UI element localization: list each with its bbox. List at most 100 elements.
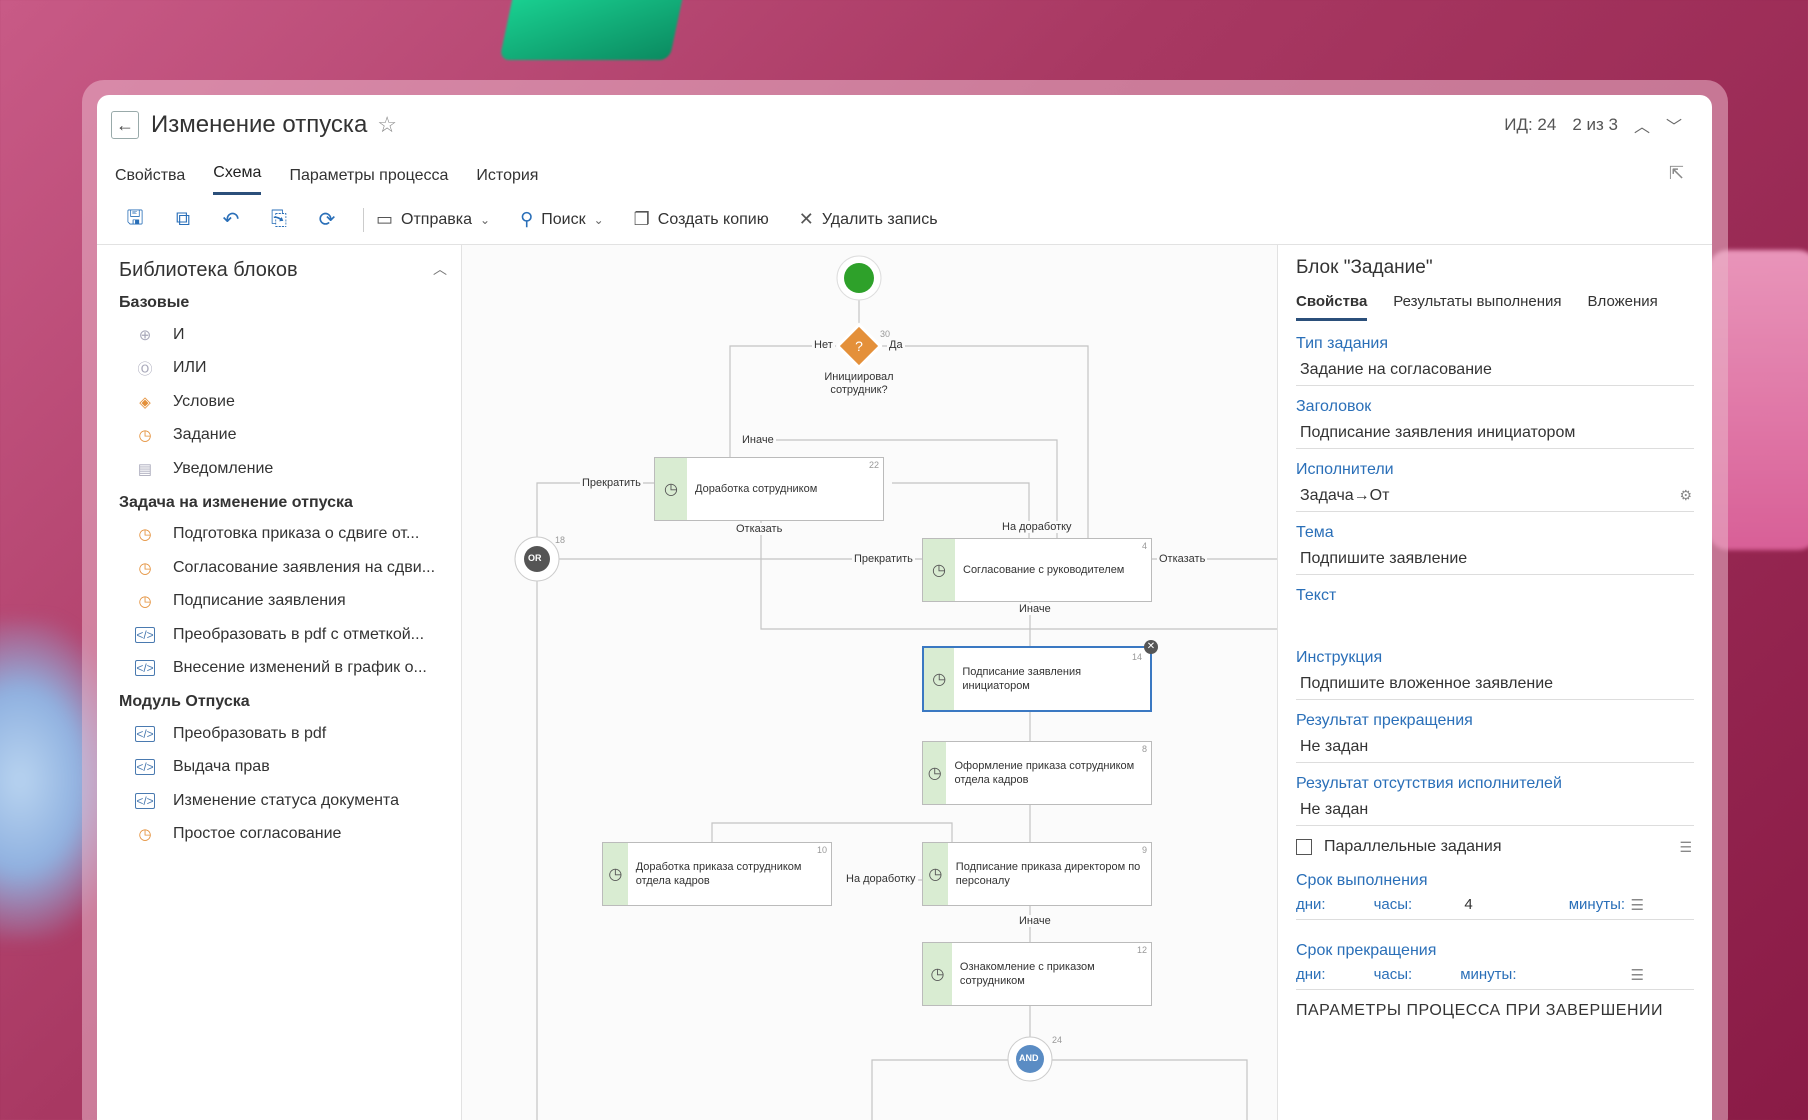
edge-label: Прекратить (852, 553, 915, 565)
tab-history[interactable]: История (476, 167, 538, 195)
clock-icon: ◷ (138, 826, 152, 844)
chevron-up-icon[interactable]: ︿ (1634, 113, 1650, 137)
chevron-up-icon[interactable]: ︿ (433, 259, 447, 282)
library-item[interactable]: ◷ Подписание заявления (119, 585, 461, 619)
refresh-icon[interactable]: ⟳ (303, 207, 351, 232)
task-node[interactable]: ◷ Доработка сотрудником 22 (654, 457, 884, 521)
code-icon: </> (135, 725, 155, 742)
undo-icon[interactable]: ↶ (207, 207, 255, 232)
field-label: Тип задания (1296, 335, 1389, 352)
delete-record-button[interactable]: ✕ Удалить запись (799, 209, 938, 230)
task-node[interactable]: ◷ Ознакомление с приказом сотрудником 12 (922, 942, 1152, 1006)
library-item[interactable]: ◈ Условие (119, 385, 461, 419)
days-label: дни: (1296, 896, 1326, 913)
tab-properties[interactable]: Свойства (115, 167, 185, 195)
edge-label: Иначе (1017, 603, 1053, 615)
clock-icon: ◷ (138, 526, 152, 544)
field-label: Исполнители (1296, 461, 1394, 478)
heading-input[interactable]: Подписание заявления инициатором (1296, 422, 1694, 449)
edge-label: Иначе (740, 434, 776, 446)
library-item[interactable]: </> Преобразовать в pdf с отметкой... (119, 618, 461, 652)
absence-result-input[interactable]: Не задан (1296, 799, 1694, 826)
copy-doc-icon[interactable]: ⎘ (255, 208, 303, 231)
instruction-input[interactable]: Подпишите вложенное заявление (1296, 673, 1694, 700)
library-item[interactable]: ⊕ И (119, 318, 461, 352)
clock-icon: ◷ (923, 539, 955, 601)
settings-icon[interactable]: ⚙ (1679, 487, 1692, 504)
settings-icon[interactable]: ☰ (1679, 839, 1692, 856)
header: ← Изменение отпуска ☆ ИД: 24 2 из 3 ︿ ﹀ (97, 95, 1712, 155)
task-node-selected[interactable]: ◷ Подписание заявления инициатором 14 ✕ (922, 640, 1158, 712)
star-icon[interactable]: ☆ (377, 112, 397, 138)
field-executors: Исполнители Задача→От ⚙ (1296, 461, 1694, 512)
library-item[interactable]: </> Внесение изменений в график о... (119, 652, 461, 686)
library-item[interactable]: ▤ Уведомление (119, 452, 461, 486)
executors-value: Задача→От (1300, 487, 1390, 504)
library-item[interactable]: ◷ Простое согласование (119, 818, 461, 852)
field-absence-result: Результат отсутствия исполнителей Не зад… (1296, 775, 1694, 826)
stop-deadline-input[interactable]: дни: часы: минуты: ☰ (1296, 966, 1694, 990)
library-item[interactable]: </> Изменение статуса документа (119, 784, 461, 818)
task-node[interactable]: ◷ Согласование с руководителем 4 (922, 538, 1152, 602)
record-id: ИД: 24 (1504, 115, 1557, 134)
chevron-down-icon[interactable]: ﹀ (1666, 113, 1682, 137)
library-item[interactable]: </> Выдача прав (119, 751, 461, 785)
executors-input[interactable]: Задача→От ⚙ (1296, 485, 1694, 512)
node-text: Оформление приказа сотрудником отдела ка… (954, 760, 1135, 786)
subject-input[interactable]: Подпишите заявление (1296, 548, 1694, 575)
tab-bar: Свойства Схема Параметры процесса Истори… (97, 155, 1712, 195)
close-icon: ✕ (798, 209, 814, 229)
library-item-label: И (173, 325, 185, 343)
props-tab-results[interactable]: Результаты выполнения (1393, 293, 1561, 321)
library-item[interactable]: ◷ Подготовка приказа о сдвиге от... (119, 518, 461, 552)
tab-process-params[interactable]: Параметры процесса (289, 167, 448, 195)
text-input[interactable] (1296, 611, 1694, 637)
field-label: Текст (1296, 587, 1337, 604)
tab-schema[interactable]: Схема (213, 164, 262, 195)
library-item-label: Простое согласование (173, 825, 342, 843)
save-close-icon[interactable]: ⧉ (159, 208, 207, 231)
node-text: Подписание заявления инициатором (962, 666, 1082, 692)
svg-text:?: ? (855, 338, 863, 354)
and-icon: ⊕ (138, 326, 152, 344)
settings-icon[interactable]: ☰ (1631, 896, 1644, 914)
create-copy-button[interactable]: ❐ Создать копию (634, 209, 769, 230)
edge-label: На доработку (844, 873, 918, 885)
props-tab-properties[interactable]: Свойства (1296, 293, 1368, 321)
stop-result-input[interactable]: Не задан (1296, 736, 1694, 763)
search-label: Поиск (541, 210, 586, 228)
edge-label: Отказать (734, 523, 785, 535)
settings-icon[interactable]: ☰ (1631, 966, 1644, 984)
parallel-tasks-checkbox[interactable] (1296, 839, 1312, 855)
save-icon[interactable]: 🖫 (111, 203, 159, 237)
clock-icon: ◷ (603, 843, 628, 905)
node-number: 12 (1136, 945, 1147, 955)
library-item[interactable]: Ⓞ ИЛИ (119, 352, 461, 386)
hours-value: 4 (1464, 896, 1473, 913)
schema-canvas[interactable]: ? OR AND 30 18 24 Нет Да Инициировал сот… (462, 245, 1277, 1120)
task-node[interactable]: ◷ Оформление приказа сотрудником отдела … (922, 741, 1152, 805)
decorative-shape (499, 0, 691, 60)
send-button[interactable]: ▭ Отправка ⌄ (376, 209, 490, 230)
task-type-input[interactable]: Задание на согласование (1296, 359, 1694, 386)
clock-icon: ◷ (924, 648, 955, 710)
clock-icon: ◷ (138, 559, 152, 577)
library-item-label: ИЛИ (173, 359, 207, 377)
deadline-input[interactable]: дни: часы: 4 минуты: ☰ (1296, 896, 1694, 920)
library-group-title: Задача на изменение отпуска (119, 493, 353, 511)
library-item[interactable]: ◷ Согласование заявления на сдви... (119, 551, 461, 585)
task-node[interactable]: ◷ Доработка приказа сотрудником отдела к… (602, 842, 832, 906)
library-item[interactable]: ◷ Задание (119, 419, 461, 453)
block-library: Библиотека блоков ︿ Базовые ⊕ И Ⓞ ИЛИ ◈ Услови… (97, 245, 462, 1120)
search-button[interactable]: ⚲ Поиск ⌄ (520, 209, 604, 230)
task-node[interactable]: ◷ Подписание приказа директором по персо… (922, 842, 1152, 906)
block-title: Блок "Задание" (1296, 257, 1433, 278)
library-item[interactable]: </> Преобразовать в pdf (119, 717, 461, 751)
back-button[interactable]: ← (111, 111, 139, 139)
props-tab-attachments[interactable]: Вложения (1588, 293, 1658, 321)
hours-label: часы: (1373, 966, 1413, 983)
edge-label: Иначе (1017, 915, 1053, 927)
close-icon[interactable]: ✕ (1144, 640, 1158, 654)
library-item-label: Подготовка приказа о сдвиге от... (173, 525, 420, 543)
popout-icon[interactable]: ⇱ (1669, 163, 1684, 184)
